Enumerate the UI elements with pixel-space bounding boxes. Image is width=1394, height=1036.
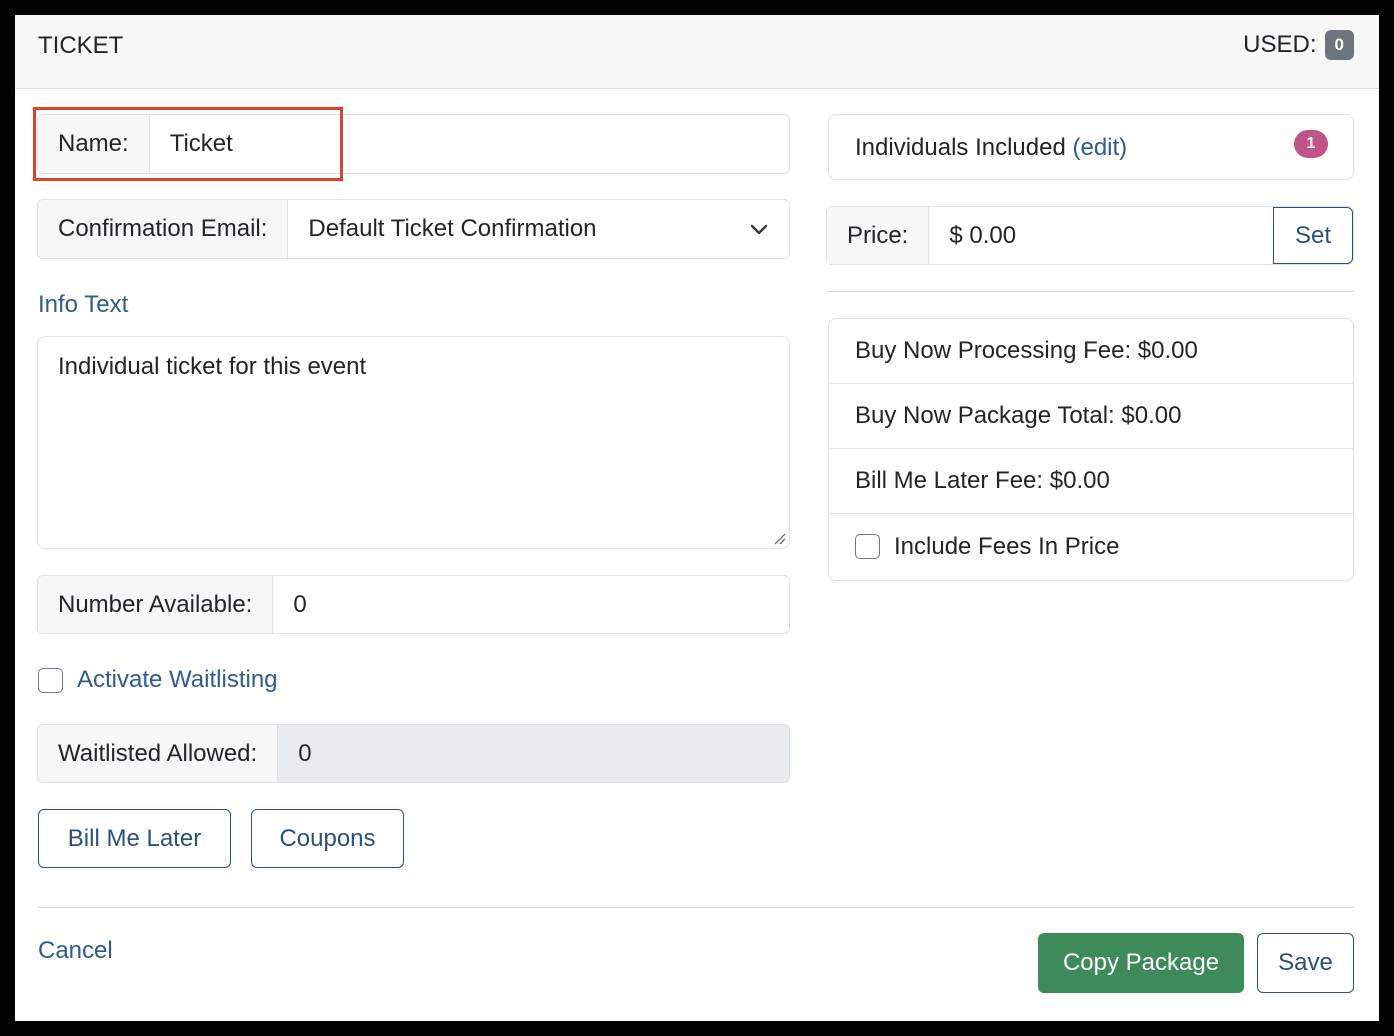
used-label: USED: xyxy=(1243,31,1317,58)
include-fees-label[interactable]: Include Fees In Price xyxy=(894,533,1119,561)
fee-item-processing: Buy Now Processing Fee: $0.00 xyxy=(829,319,1353,384)
number-available-label: Number Available: xyxy=(38,576,274,633)
info-text-textarea[interactable]: Individual ticket for this event xyxy=(37,336,790,549)
info-text-value: Individual ticket for this event xyxy=(58,353,367,380)
individuals-edit-link[interactable]: (edit) xyxy=(1072,134,1127,161)
waitlisted-allowed-label: Waitlisted Allowed: xyxy=(38,725,279,782)
include-fees-checkbox[interactable] xyxy=(855,534,880,559)
include-fees-row: Include Fees In Price xyxy=(829,514,1353,579)
name-input[interactable]: Ticket xyxy=(150,115,789,173)
individuals-included-text: Individuals Included xyxy=(855,134,1066,161)
confirmation-email-label: Confirmation Email: xyxy=(38,200,289,258)
activate-waitlisting-row: Activate Waitlisting xyxy=(38,666,278,694)
individuals-included-label: Individuals Included (edit) xyxy=(855,134,1127,162)
coupons-button[interactable]: Coupons xyxy=(251,809,404,868)
resize-grip-icon[interactable] xyxy=(772,531,786,545)
right-divider xyxy=(828,291,1354,292)
fee-item-bill-me-later: Bill Me Later Fee: $0.00 xyxy=(829,449,1353,514)
waitlisted-allowed-group: Waitlisted Allowed: 0 xyxy=(37,724,790,783)
name-label: Name: xyxy=(38,115,150,173)
used-indicator: USED: 0 xyxy=(1243,30,1354,60)
waitlisted-allowed-input: 0 xyxy=(278,725,789,782)
confirmation-email-value: Default Ticket Confirmation xyxy=(308,215,597,242)
confirmation-email-group: Confirmation Email: Default Ticket Confi… xyxy=(37,199,790,259)
price-label: Price: xyxy=(827,207,930,264)
copy-package-button[interactable]: Copy Package xyxy=(1038,933,1244,993)
activate-waitlisting-checkbox[interactable] xyxy=(38,667,63,693)
chevron-down-icon xyxy=(750,224,768,235)
used-count-badge: 0 xyxy=(1324,30,1354,60)
fee-item-package-total: Buy Now Package Total: $0.00 xyxy=(829,384,1353,449)
number-available-group: Number Available: 0 xyxy=(37,575,790,634)
ticket-package-card: TICKET USED: 0 Name: Ticket Confirmation… xyxy=(15,15,1379,1021)
name-input-group: Name: Ticket xyxy=(37,114,790,174)
bill-me-later-button[interactable]: Bill Me Later xyxy=(38,809,231,868)
header-title: TICKET xyxy=(38,32,124,59)
activate-waitlisting-label[interactable]: Activate Waitlisting xyxy=(77,666,278,694)
fees-panel: Buy Now Processing Fee: $0.00 Buy Now Pa… xyxy=(828,318,1354,581)
price-input-group: Price: $ 0.00 Set xyxy=(826,206,1354,265)
price-set-button[interactable]: Set xyxy=(1273,207,1353,264)
save-button[interactable]: Save xyxy=(1257,933,1354,993)
individuals-included-panel: Individuals Included (edit) 1 xyxy=(828,114,1354,180)
individuals-count-badge: 1 xyxy=(1294,130,1328,158)
price-input[interactable]: $ 0.00 xyxy=(929,207,1273,264)
footer-divider xyxy=(38,907,1354,908)
info-text-label: Info Text xyxy=(38,291,129,318)
cancel-link[interactable]: Cancel xyxy=(38,937,113,965)
card-header: TICKET USED: 0 xyxy=(15,15,1379,89)
confirmation-email-select[interactable]: Default Ticket Confirmation xyxy=(288,200,789,258)
number-available-input[interactable]: 0 xyxy=(273,576,789,633)
